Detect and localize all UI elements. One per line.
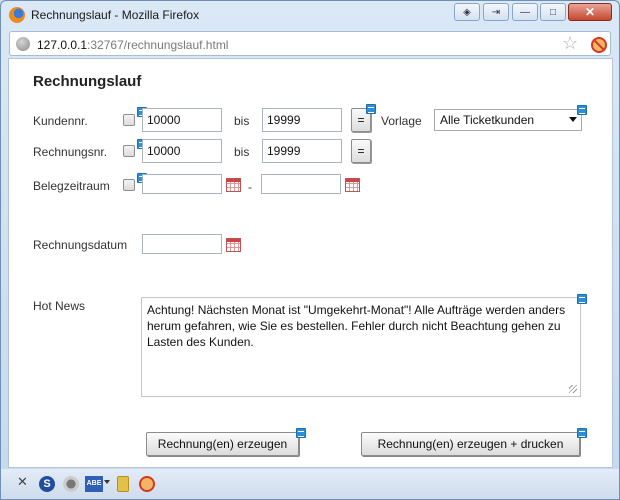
noscript-icon[interactable] <box>591 37 607 53</box>
belegzeitraum-from-input[interactable] <box>142 174 222 194</box>
chevron-down-icon <box>569 117 577 122</box>
bug-icon[interactable] <box>63 476 79 492</box>
rechnungsnr-label: Rechnungsnr. <box>33 145 108 159</box>
belegzeitraum-label: Belegzeitraum <box>33 179 110 193</box>
url-bar[interactable]: 127.0.0.1:32767/rechnungslauf.html ☆ <box>9 31 611 56</box>
rechnungsnr-bis-label: bis <box>234 145 250 159</box>
title-bar: Rechnungslauf - Mozilla Firefox ◈ ⇥ — □ … <box>1 1 619 29</box>
s-addon-icon[interactable]: S <box>39 476 55 492</box>
site-identity-icon[interactable] <box>16 37 30 51</box>
browser-window: Rechnungslauf - Mozilla Firefox ◈ ⇥ — □ … <box>0 0 620 500</box>
add-on-bar: ✕ S ABE <box>1 469 619 499</box>
kundennr-from-input[interactable] <box>142 108 222 132</box>
resize-handle-icon[interactable] <box>569 385 577 393</box>
page-content: Rechnungslauf Kundennr. bis = Vorlage Al… <box>8 58 613 468</box>
create-invoices-button[interactable]: Rechnung(en) erzeugen <box>146 432 299 456</box>
firefox-logo-icon <box>9 7 25 23</box>
url-host: 127.0.0.1 <box>37 38 88 52</box>
window-title: Rechnungslauf - Mozilla Firefox <box>31 8 200 22</box>
kundennr-label: Kundennr. <box>33 114 88 128</box>
url-path: :32767/rechnungslauf.html <box>87 38 229 52</box>
rechnungsnr-checkbox[interactable] <box>123 145 135 157</box>
rechnungsnr-to-input[interactable] <box>262 139 342 163</box>
lock-icon[interactable] <box>117 476 129 492</box>
vorlage-selected-value: Alle Ticketkunden <box>440 113 535 127</box>
url-text[interactable]: 127.0.0.1:32767/rechnungslauf.html <box>37 38 228 52</box>
window-tab-icon[interactable]: ⇥ <box>483 3 509 21</box>
kundennr-equal-help-icon[interactable] <box>366 104 376 114</box>
window-extra-icon[interactable]: ◈ <box>454 3 480 21</box>
create-help-icon[interactable] <box>296 428 306 438</box>
kundennr-to-input[interactable] <box>262 108 342 132</box>
belegzeitraum-dash: - <box>248 180 252 194</box>
kundennr-checkbox[interactable] <box>123 114 135 126</box>
minimize-button[interactable]: — <box>512 3 538 21</box>
calendar-icon[interactable] <box>226 238 241 252</box>
hotnews-textarea[interactable]: Achtung! Nächsten Monat ist "Umgekehrt-M… <box>141 297 581 397</box>
create-print-invoices-button[interactable]: Rechnung(en) erzeugen + drucken <box>361 432 580 456</box>
close-addon-bar-icon[interactable]: ✕ <box>17 474 28 490</box>
page-title: Rechnungslauf <box>33 73 142 90</box>
rechnungsnr-from-input[interactable] <box>142 139 222 163</box>
belegzeitraum-checkbox[interactable] <box>123 179 135 191</box>
calendar-icon[interactable] <box>345 178 360 192</box>
rechnungsdatum-input[interactable] <box>142 234 222 254</box>
noscript-status-icon[interactable] <box>139 476 155 492</box>
kundennr-bis-label: bis <box>234 114 250 128</box>
belegzeitraum-to-input[interactable] <box>261 174 341 194</box>
calendar-icon[interactable] <box>226 178 241 192</box>
hotnews-help-icon[interactable] <box>577 294 587 304</box>
close-button[interactable]: ✕ <box>568 3 612 21</box>
vorlage-select[interactable]: Alle Ticketkunden <box>434 109 582 131</box>
abe-dropdown-icon[interactable] <box>104 480 110 484</box>
vorlage-help-icon[interactable] <box>577 105 587 115</box>
create-print-help-icon[interactable] <box>577 428 587 438</box>
vorlage-label: Vorlage <box>381 114 422 128</box>
maximize-button[interactable]: □ <box>540 3 566 21</box>
abe-icon[interactable]: ABE <box>85 476 103 492</box>
rechnungsdatum-label: Rechnungsdatum <box>33 238 128 252</box>
hotnews-label: Hot News <box>33 299 86 313</box>
bookmark-star-icon[interactable]: ☆ <box>562 33 578 54</box>
rechnungsnr-equal-button[interactable]: = <box>351 139 371 163</box>
